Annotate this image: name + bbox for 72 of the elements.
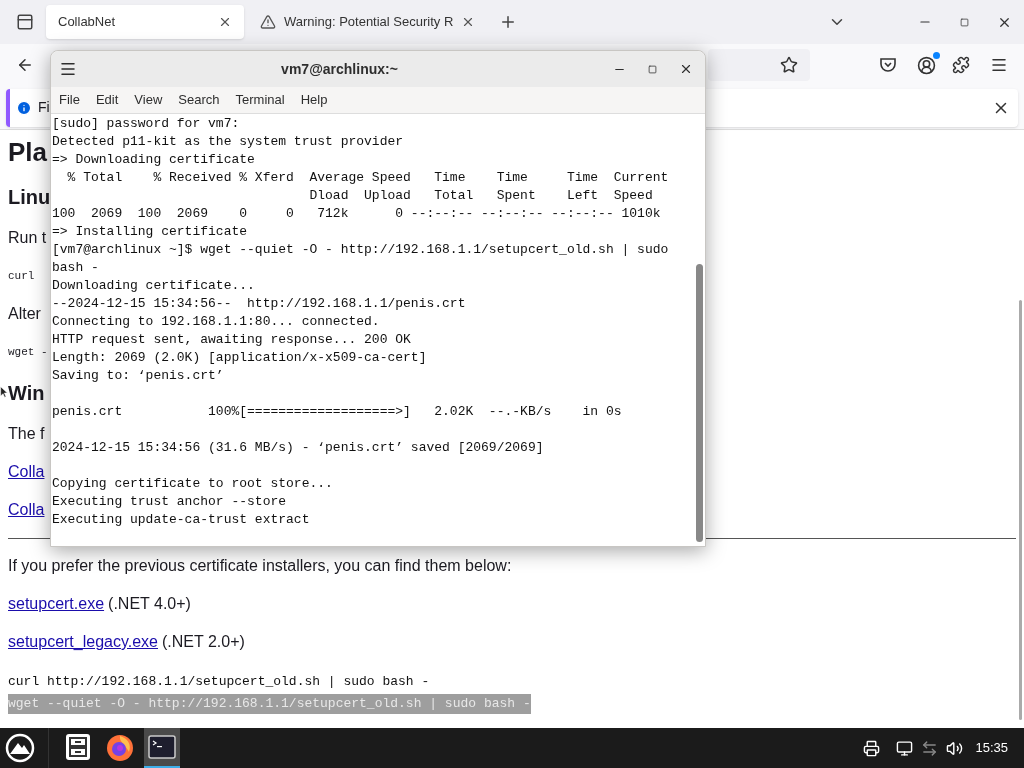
terminal-line: bash - <box>52 259 100 277</box>
terminal-line: => Installing certificate <box>52 223 249 241</box>
terminal-line: [vm7@archlinux ~]$ wget --quiet -O - http://192.168.1.1/setupcert_old.sh | sudo <box>52 241 670 259</box>
maximize-icon[interactable] <box>648 64 657 74</box>
close-icon[interactable] <box>679 62 693 76</box>
terminal-line: Connecting to 192.168.1.1:80... connected. <box>52 313 381 331</box>
terminal-line: HTTP request sent, awaiting response... 200 OK <box>52 331 412 349</box>
paragraph-text: Alter <box>8 304 41 324</box>
terminal-line: Copying certificate to root store... <box>52 475 334 493</box>
terminal-icon <box>148 735 176 759</box>
paragraph-text: The f <box>8 424 45 444</box>
volume-icon[interactable] <box>946 739 964 757</box>
terminal-line: [sudo] password for vm7: <box>52 115 241 133</box>
link-note: (.NET 4.0+) <box>108 594 191 614</box>
maximize-icon[interactable] <box>960 17 969 27</box>
code-line: curl http://192.168.1.1/setupcert_old.sh | sudo bash - <box>8 673 430 692</box>
taskbar-app[interactable] <box>144 728 180 768</box>
code-text: curl <box>8 268 35 284</box>
code-text: wget - <box>8 344 48 360</box>
extensions-icon[interactable] <box>952 56 970 74</box>
menu-item[interactable]: Terminal <box>235 90 285 110</box>
close-icon[interactable] <box>218 15 232 29</box>
section-heading: Linu <box>8 185 51 210</box>
window-title: vm7@archlinux:~ <box>281 59 398 79</box>
link[interactable]: Colla <box>8 460 45 484</box>
link[interactable]: Colla <box>8 498 45 522</box>
download-link[interactable]: setupcert.exe <box>8 592 105 616</box>
scrollbar[interactable] <box>695 264 703 542</box>
download-link[interactable]: setupcert_legacy.exe <box>8 630 158 654</box>
page-heading: Pla <box>8 136 48 169</box>
link-note: (.NET 2.0+) <box>162 632 245 652</box>
tab-title: CollabNet <box>58 13 117 32</box>
notification-text: Fi <box>38 98 50 117</box>
network-icon[interactable] <box>921 739 939 757</box>
terminal-line: Executing update-ca-trust extract <box>52 511 311 529</box>
browser-tab[interactable]: CollabNet <box>46 5 244 39</box>
menu-icon[interactable] <box>990 56 1008 74</box>
paragraph-text: If you prefer the previous certificate installers, you can find them below: <box>8 556 512 576</box>
browser-tab[interactable]: Warning: Potential Security R <box>248 5 488 39</box>
menu-item[interactable]: View <box>134 90 163 110</box>
terminal-line: --2024-12-15 15:34:56-- http://192.168.1.1/penis.crt <box>52 295 467 313</box>
terminal-line: 100 2069 100 2069 0 0 712k 0 --:--:-- --:--:-- --:--:-- 1010k <box>52 205 662 223</box>
clock[interactable]: 15:35 <box>975 738 1008 758</box>
terminal-line: 2024-12-15 15:34:56 (31.6 MB/s) - ‘penis.crt’ saved [2069/2069] <box>52 439 545 457</box>
info-icon <box>16 99 32 116</box>
file-cabinet-icon <box>65 733 91 761</box>
terminal-line: Length: 2069 (2.0K) [application/x-x509-ca-cert] <box>52 349 428 367</box>
printer-icon[interactable] <box>863 739 881 757</box>
section-heading: Win <box>8 381 45 406</box>
tab-title: Warning: Potential Security R <box>284 13 454 32</box>
tabs-icon[interactable] <box>16 13 34 31</box>
terminal-line: Detected p11-kit as the system trust provider <box>52 133 405 151</box>
mountain-logo-icon[interactable] <box>5 733 35 763</box>
browser-logo-icon <box>105 732 135 762</box>
monitor-icon[interactable] <box>896 739 914 757</box>
terminal-line: Dload Upload Total Spent Left Speed <box>308 187 654 205</box>
terminal-line: => Downloading certificate <box>52 151 256 169</box>
scrollbar[interactable] <box>1019 300 1022 720</box>
terminal-line: Saving to: ‘penis.crt’ <box>52 367 225 385</box>
shield-icon[interactable] <box>879 56 897 74</box>
menu-icon[interactable] <box>59 60 77 78</box>
star-icon[interactable] <box>780 56 798 74</box>
menu-item[interactable]: File <box>59 90 80 110</box>
terminal-line: Executing trust anchor --store <box>52 493 288 511</box>
menu-item[interactable]: Search <box>178 90 220 110</box>
back-icon[interactable] <box>16 56 34 74</box>
paragraph-text: Run t <box>8 228 47 248</box>
terminal-line: Downloading certificate... <box>52 277 256 295</box>
terminal-line: % Total % Received % Xferd Average Speed Time Time Time Current <box>66 169 670 187</box>
terminal-line: penis.crt 100%[===================>] 2.02K --.-KB/s in 0s <box>52 403 623 421</box>
menu-item[interactable]: Edit <box>95 90 119 110</box>
menu-item[interactable]: Help <box>300 90 328 110</box>
